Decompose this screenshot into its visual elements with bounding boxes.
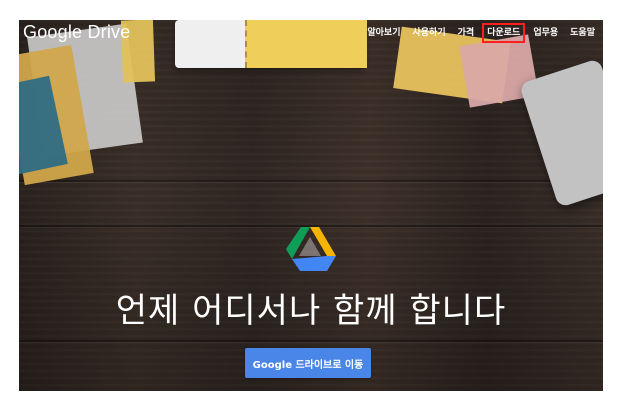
nav-pricing[interactable]: 가격 bbox=[458, 27, 475, 39]
top-nav: 알아보기 사용하기 가격 다운로드 업무용 도움말 bbox=[367, 23, 595, 43]
go-to-google-drive-button[interactable]: Google 드라이브로 이동 bbox=[245, 348, 371, 378]
drive-logo-blue-side bbox=[292, 256, 336, 271]
nav-business[interactable]: 업무용 bbox=[533, 27, 558, 39]
nav-help[interactable]: 도움말 bbox=[570, 27, 595, 39]
nav-use[interactable]: 사용하기 bbox=[413, 27, 446, 39]
google-drive-wordmark[interactable]: Google Drive bbox=[23, 22, 130, 43]
nav-learn[interactable]: 알아보기 bbox=[367, 27, 400, 39]
wood-plank-seam bbox=[19, 340, 603, 342]
google-drive-logo-icon bbox=[286, 227, 336, 271]
desk-notebook bbox=[175, 20, 367, 68]
nav-download[interactable]: 다운로드 bbox=[482, 23, 526, 43]
wood-plank-seam bbox=[19, 180, 603, 182]
hero-headline: 언제 어디서나 함께 합니다 bbox=[115, 291, 507, 331]
drive-landing-screenshot: Google Drive 알아보기 사용하기 가격 다운로드 업무용 도움말 언… bbox=[19, 20, 603, 391]
desk-laptop bbox=[518, 58, 603, 208]
